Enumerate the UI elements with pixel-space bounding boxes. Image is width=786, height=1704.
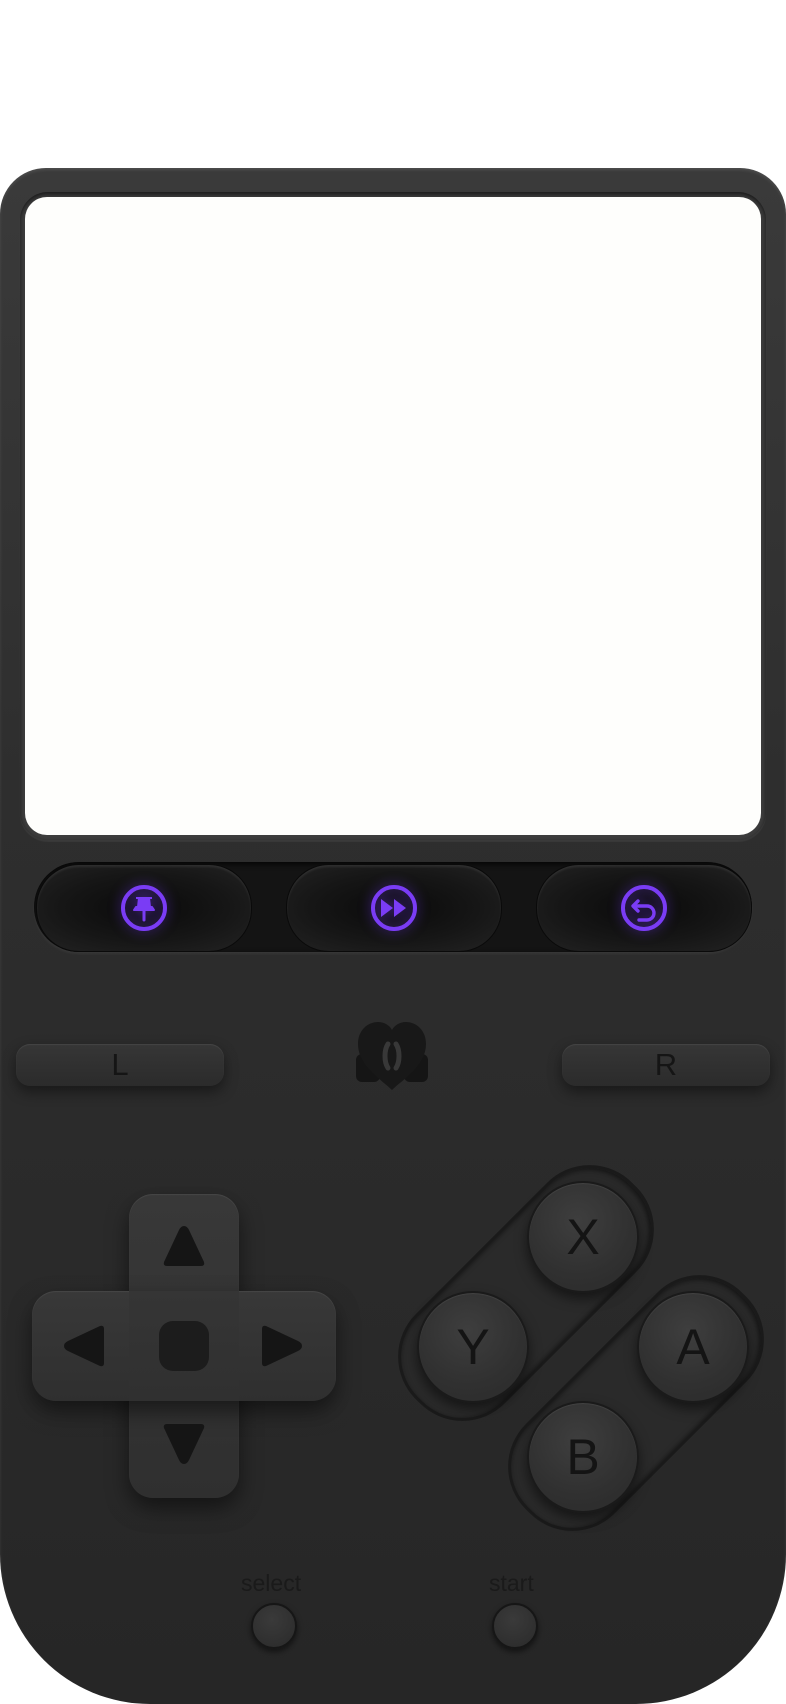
d-pad[interactable] — [32, 1194, 336, 1498]
select-label: select — [241, 1570, 302, 1596]
r-shoulder-button[interactable]: R — [562, 1044, 770, 1086]
select-button[interactable] — [251, 1603, 297, 1649]
fast-forward-icon — [371, 885, 417, 931]
r-label: R — [654, 1047, 678, 1082]
l-label: L — [111, 1047, 129, 1082]
start-label: start — [489, 1570, 534, 1596]
y-button[interactable]: Y — [417, 1291, 529, 1403]
game-screen[interactable] — [25, 197, 761, 835]
fast-forward-button[interactable] — [286, 864, 502, 952]
a-label: A — [676, 1319, 710, 1375]
pin-icon — [121, 885, 167, 931]
d-pad-center — [159, 1321, 209, 1371]
start-button[interactable] — [492, 1603, 538, 1649]
heart-logo-icon — [356, 1022, 428, 1090]
pin-button[interactable] — [36, 864, 252, 952]
x-button[interactable]: X — [527, 1181, 639, 1293]
b-label: B — [566, 1429, 600, 1485]
right-arrow-icon[interactable] — [258, 1322, 306, 1370]
y-label: Y — [456, 1319, 490, 1375]
a-button[interactable]: A — [637, 1291, 749, 1403]
l-shoulder-button[interactable]: L — [16, 1044, 224, 1086]
rewind-icon — [621, 885, 667, 931]
x-label: X — [566, 1209, 600, 1265]
rewind-button[interactable] — [536, 864, 752, 952]
b-button[interactable]: B — [527, 1401, 639, 1513]
left-arrow-icon[interactable] — [60, 1322, 108, 1370]
down-arrow-icon[interactable] — [160, 1420, 208, 1468]
up-arrow-icon[interactable] — [160, 1222, 208, 1270]
